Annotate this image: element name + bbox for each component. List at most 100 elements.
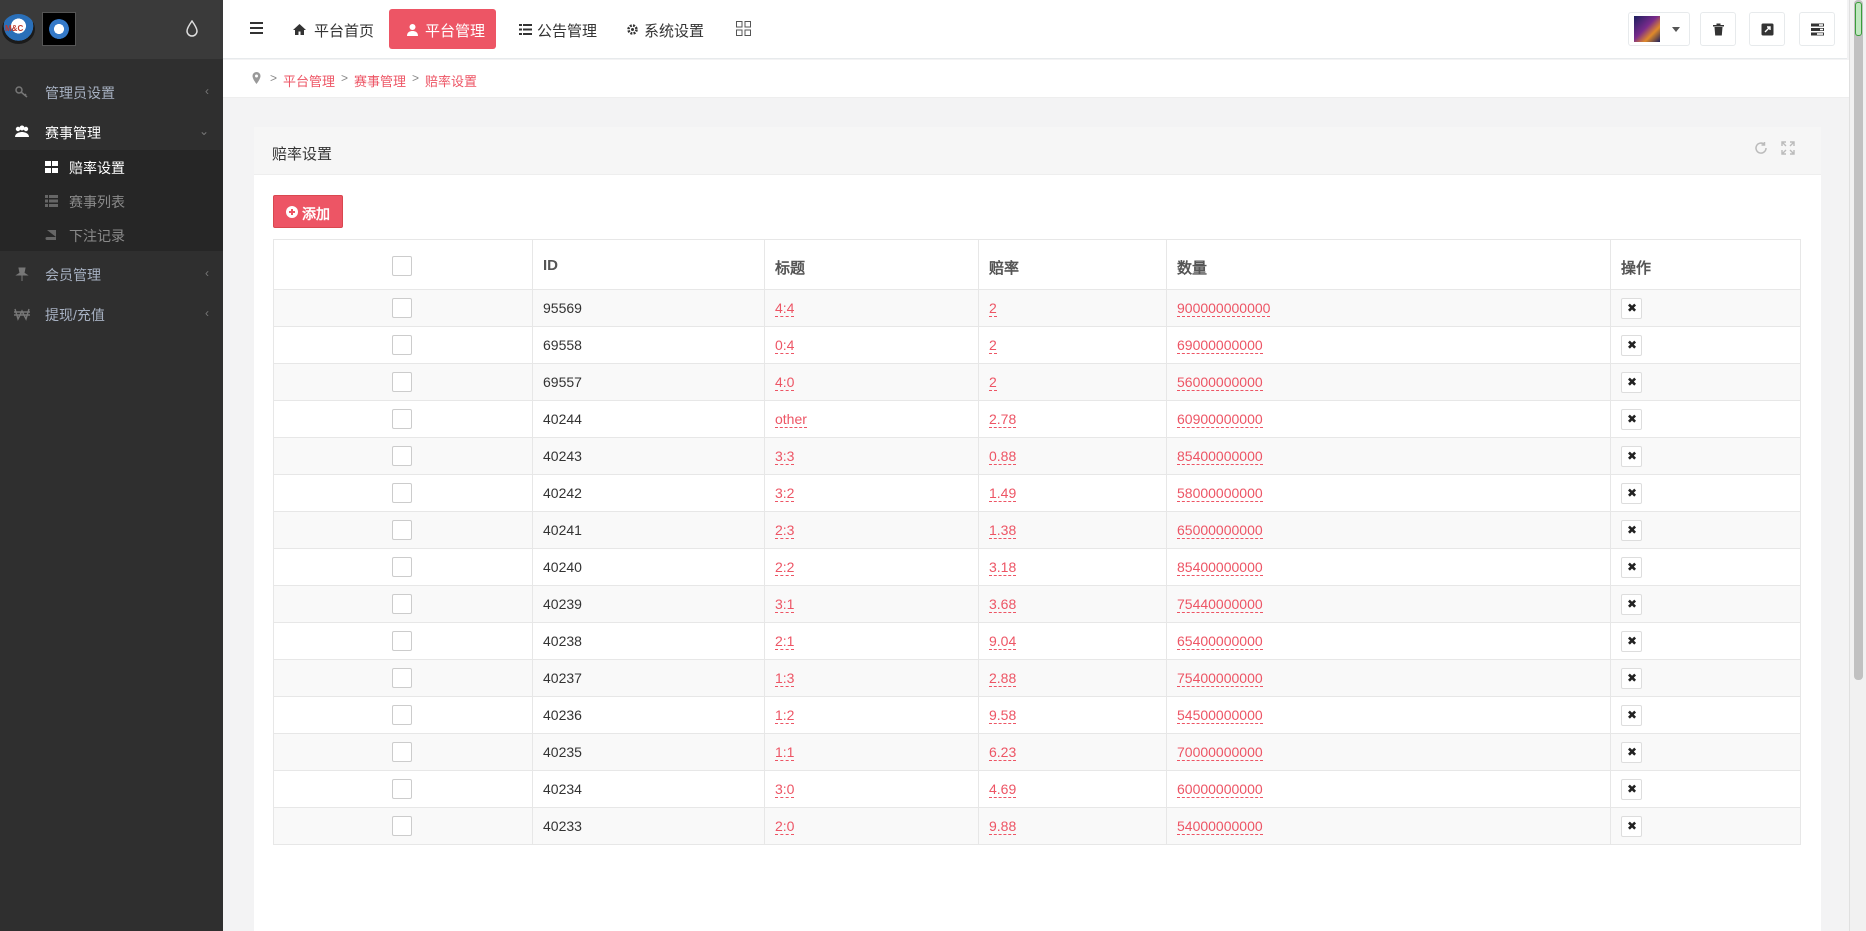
- cell-quantity-editable[interactable]: 75400000000: [1177, 670, 1263, 687]
- expand-icon[interactable]: [1781, 141, 1795, 155]
- tab-platform[interactable]: 平台管理: [389, 9, 496, 49]
- row-checkbox[interactable]: [392, 298, 412, 318]
- cell-title-editable[interactable]: 2:0: [775, 818, 795, 835]
- sidebar-item-members[interactable]: 会员管理 ‹: [0, 254, 223, 294]
- delete-button[interactable]: ✖: [1621, 631, 1642, 652]
- submenu-item-event-list[interactable]: 赛事列表: [0, 184, 223, 218]
- delete-button[interactable]: ✖: [1621, 779, 1642, 800]
- cell-title-editable[interactable]: 2:2: [775, 559, 795, 576]
- scrollbar-thumb[interactable]: [1854, 0, 1863, 680]
- row-checkbox[interactable]: [392, 742, 412, 762]
- cell-title-editable[interactable]: 4:4: [775, 300, 795, 317]
- cell-quantity-editable[interactable]: 75440000000: [1177, 596, 1263, 613]
- delete-button[interactable]: ✖: [1621, 816, 1642, 837]
- delete-button[interactable]: ✖: [1621, 298, 1642, 319]
- cell-title-editable[interactable]: other: [775, 411, 807, 428]
- delete-button[interactable]: ✖: [1621, 557, 1642, 578]
- cell-odds-editable[interactable]: 2.78: [989, 411, 1017, 428]
- delete-button[interactable]: ✖: [1621, 668, 1642, 689]
- row-checkbox[interactable]: [392, 668, 412, 688]
- cell-title-editable[interactable]: 4:0: [775, 374, 795, 391]
- column-header-title[interactable]: 标题: [775, 257, 805, 278]
- column-header-quantity[interactable]: 数量: [1177, 257, 1207, 278]
- cell-title-editable[interactable]: 3:3: [775, 448, 795, 465]
- cell-odds-editable[interactable]: 2: [989, 337, 997, 354]
- row-checkbox[interactable]: [392, 594, 412, 614]
- cell-title-editable[interactable]: 1:3: [775, 670, 795, 687]
- delete-button[interactable]: ✖: [1621, 446, 1642, 467]
- row-checkbox[interactable]: [392, 557, 412, 577]
- breadcrumb-link[interactable]: 平台管理: [283, 71, 335, 90]
- row-checkbox[interactable]: [392, 335, 412, 355]
- cell-odds-editable[interactable]: 9.04: [989, 633, 1017, 650]
- delete-button[interactable]: ✖: [1621, 594, 1642, 615]
- cell-title-editable[interactable]: 0:4: [775, 337, 795, 354]
- cell-odds-editable[interactable]: 2.88: [989, 670, 1017, 687]
- cell-title-editable[interactable]: 3:1: [775, 596, 795, 613]
- cell-quantity-editable[interactable]: 85400000000: [1177, 448, 1263, 465]
- row-checkbox[interactable]: [392, 446, 412, 466]
- cell-quantity-editable[interactable]: 85400000000: [1177, 559, 1263, 576]
- cell-odds-editable[interactable]: 1.38: [989, 522, 1017, 539]
- cell-odds-editable[interactable]: 2: [989, 300, 997, 317]
- apps-grid-icon[interactable]: [736, 21, 751, 36]
- fullscreen-button[interactable]: [1749, 12, 1785, 46]
- cell-odds-editable[interactable]: 9.88: [989, 818, 1017, 835]
- delete-button[interactable]: ✖: [1621, 483, 1642, 504]
- delete-button[interactable]: ✖: [1621, 335, 1642, 356]
- cell-quantity-editable[interactable]: 900000000000: [1177, 300, 1271, 317]
- cell-quantity-editable[interactable]: 60000000000: [1177, 781, 1263, 798]
- cell-quantity-editable[interactable]: 65400000000: [1177, 633, 1263, 650]
- column-header-odds[interactable]: 赔率: [989, 257, 1019, 278]
- cell-quantity-editable[interactable]: 60900000000: [1177, 411, 1263, 428]
- cell-quantity-editable[interactable]: 56000000000: [1177, 374, 1263, 391]
- row-checkbox[interactable]: [392, 816, 412, 836]
- submenu-item-odds[interactable]: 赔率设置: [0, 150, 223, 184]
- page-scrollbar[interactable]: [1849, 0, 1866, 931]
- cell-odds-editable[interactable]: 3.68: [989, 596, 1017, 613]
- sidebar-item-withdraw[interactable]: 提现/充值 ‹: [0, 294, 223, 334]
- cell-quantity-editable[interactable]: 69000000000: [1177, 337, 1263, 354]
- cell-odds-editable[interactable]: 9.58: [989, 707, 1017, 724]
- row-checkbox[interactable]: [392, 483, 412, 503]
- cell-odds-editable[interactable]: 1.49: [989, 485, 1017, 502]
- breadcrumb-link[interactable]: 赛事管理: [354, 71, 406, 90]
- delete-button[interactable]: ✖: [1621, 372, 1642, 393]
- delete-button[interactable]: ✖: [1621, 520, 1642, 541]
- row-checkbox[interactable]: [392, 409, 412, 429]
- theme-settings-button[interactable]: [1799, 12, 1835, 46]
- row-checkbox[interactable]: [392, 520, 412, 540]
- row-checkbox[interactable]: [392, 779, 412, 799]
- cell-quantity-editable[interactable]: 54000000000: [1177, 818, 1263, 835]
- cell-quantity-editable[interactable]: 70000000000: [1177, 744, 1263, 761]
- add-button[interactable]: 添加: [273, 195, 343, 228]
- cell-quantity-editable[interactable]: 58000000000: [1177, 485, 1263, 502]
- column-header-id[interactable]: ID: [543, 257, 558, 274]
- sidebar-item-admin[interactable]: 管理员设置 ‹: [0, 72, 223, 112]
- water-drop-icon[interactable]: [186, 20, 198, 37]
- cell-odds-editable[interactable]: 4.69: [989, 781, 1017, 798]
- cell-odds-editable[interactable]: 3.18: [989, 559, 1017, 576]
- cell-title-editable[interactable]: 3:0: [775, 781, 795, 798]
- row-checkbox[interactable]: [392, 372, 412, 392]
- cell-title-editable[interactable]: 2:1: [775, 633, 795, 650]
- cell-title-editable[interactable]: 1:2: [775, 707, 795, 724]
- tab-announcements[interactable]: 公告管理: [517, 9, 597, 49]
- cell-odds-editable[interactable]: 2: [989, 374, 997, 391]
- tab-home[interactable]: 平台首页: [293, 9, 391, 49]
- cell-title-editable[interactable]: 1:1: [775, 744, 795, 761]
- user-avatar-dropdown[interactable]: [1628, 12, 1690, 46]
- cell-quantity-editable[interactable]: 65000000000: [1177, 522, 1263, 539]
- tab-settings[interactable]: 系统设置: [626, 9, 706, 49]
- row-checkbox[interactable]: [392, 631, 412, 651]
- row-checkbox[interactable]: [392, 705, 412, 725]
- delete-button[interactable]: ✖: [1621, 705, 1642, 726]
- delete-button[interactable]: ✖: [1621, 409, 1642, 430]
- cell-title-editable[interactable]: 2:3: [775, 522, 795, 539]
- menu-toggle-icon[interactable]: [250, 22, 263, 34]
- breadcrumb-current[interactable]: 赔率设置: [425, 71, 477, 90]
- sidebar-item-events[interactable]: 赛事管理 ⌄: [0, 112, 223, 152]
- cell-odds-editable[interactable]: 0.88: [989, 448, 1017, 465]
- delete-button[interactable]: ✖: [1621, 742, 1642, 763]
- profile-logo[interactable]: [42, 12, 76, 46]
